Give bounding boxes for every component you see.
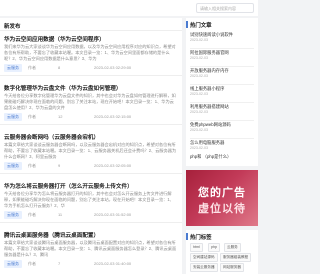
hot-articles-heading: 热门文章	[186, 21, 212, 29]
article-title[interactable]: 数字化管理华为云盘文件（华为云盘如何管理）	[4, 84, 121, 92]
article-excerpt: 今天给各位分享华为怎么将云服务器打开的知识，其中也会对怎么开云服务上传文件进行解…	[4, 191, 174, 208]
article-title[interactable]: 腾讯云桌面服务器（腾讯云桌面配置）	[4, 231, 99, 239]
publish-date: 2023-02-03 01:52:00	[94, 212, 132, 217]
tag-chip[interactable]: 云服务	[224, 243, 241, 252]
hot-article-item[interactable]: 利用服务器搭建网站 2023-02-03	[186, 104, 258, 118]
article-excerpt: 今天给各位分享数字化管理华为云盘文件的知识，其中也会对华为云盘如何管理进行解释，…	[4, 93, 176, 110]
hot-tags-card: 热门标签 html php 云服务 空间建站源码 服务器组装教程 安装云服务器 …	[186, 230, 258, 274]
article-excerpt: 我们来华为云大家谈谈华为云空间应用数据，以及华为云空间应用程序对应的知识点，希望…	[4, 44, 176, 61]
publish-date: 2023-02-03 02:29:00	[94, 65, 132, 70]
publish-date: 2023-02-03 02:05:00	[94, 163, 132, 168]
category-tag[interactable]: 云服务	[4, 211, 22, 219]
hot-article-date: 2023-02-03	[190, 92, 208, 96]
view-count: 7	[58, 261, 61, 266]
divider	[0, 75, 182, 76]
tag-chip[interactable]: 服务器组装教程	[220, 253, 252, 262]
hot-article-item[interactable]: 线上服务器小程序 2023-02-03	[186, 86, 258, 100]
tag-chip[interactable]: php	[208, 243, 220, 252]
publish-date: 2023-02-03 01:40:00	[94, 261, 132, 266]
article-title[interactable]: 华为云空间应用数据（华为云空间程序）	[4, 35, 105, 43]
divider	[190, 138, 254, 139]
search-input[interactable]: 请输入相关搜索内容	[196, 3, 254, 13]
publish-date: 2023-02-03 02:15:00	[94, 114, 132, 119]
author-label: 作者	[28, 212, 36, 217]
author-label: 作者	[28, 261, 36, 266]
category-tag[interactable]: 云服务	[4, 113, 22, 121]
hot-article-item[interactable]: 试别快速阅读小说软件 2023-02-03	[186, 32, 258, 46]
article-list: 新发布 华为云空间应用数据（华为云空间程序） 我们来华为云大家谈谈华为云空间应用…	[0, 18, 182, 274]
article-excerpt: 本篇文章给大家谈谈云服务器会断网吗，以及云服务器会宕机对应的知识点，希望对各位有…	[4, 142, 177, 159]
breadcrumb: 新发布	[4, 24, 21, 30]
category-tag[interactable]: 云服务	[4, 260, 22, 268]
author-label: 作者	[28, 65, 36, 70]
divider	[190, 66, 254, 67]
article-excerpt: 本篇文章给大家谈谈腾讯云桌面服务器，以及腾讯云桌面配置对应的知识点，希望对各位有…	[4, 240, 177, 257]
category-tag[interactable]: 云服务	[4, 64, 22, 72]
hot-article-item[interactable]: 免费phpweb网站源码 2023-02-03	[186, 122, 258, 136]
tag-chip[interactable]: 网站服务器	[220, 263, 244, 272]
hot-article-item[interactable]: php和 （php是什么）	[186, 154, 258, 166]
view-count: 8	[58, 65, 61, 70]
view-count: 11	[58, 212, 63, 217]
ad-text-line2: 虚位以待	[198, 203, 246, 215]
hot-article-date: 2023-02-03	[190, 74, 208, 78]
divider	[0, 173, 182, 174]
hot-articles-card: 热门文章 试别快速阅读小说软件 2023-02-03 阿拉国际服务器官网 202…	[186, 18, 258, 166]
ad-text-line1: 您的广告	[198, 187, 246, 199]
hot-article-item[interactable]: 开放服务器内存内存 2023-02-03	[186, 68, 258, 82]
divider	[0, 124, 182, 125]
divider	[190, 84, 254, 85]
category-tag[interactable]: 云服务	[4, 162, 22, 170]
hot-article-date: 2023-02-03	[190, 56, 208, 60]
top-bar: 请输入相关搜索内容	[0, 0, 258, 16]
hot-article-date: 2023-02-03	[190, 128, 208, 132]
tag-chip[interactable]: 安装云服务器	[190, 263, 218, 272]
view-count: 12	[58, 114, 63, 119]
article-title[interactable]: 华为怎么将云服务器打开（怎么开云服务上传文件）	[4, 182, 133, 190]
hot-article-item[interactable]: 阿拉国际服务器官网 2023-02-03	[186, 50, 258, 64]
divider	[190, 120, 254, 121]
author-label: 作者	[28, 114, 36, 119]
divider	[190, 48, 254, 49]
tag-chip[interactable]: html	[190, 243, 203, 252]
view-count: 9	[58, 163, 61, 168]
hot-article-title[interactable]: php和 （php是什么）	[190, 154, 231, 160]
divider	[0, 222, 182, 223]
hot-article-date: 2023-02-03	[190, 110, 208, 114]
tag-chip[interactable]: 空间建站源码	[190, 253, 218, 262]
ad-banner[interactable]: 您的广告 虚位以待	[186, 170, 258, 226]
hot-tags-heading: 热门标签	[186, 233, 212, 241]
divider	[190, 102, 254, 103]
hot-article-item[interactable]: 怎么用电脑服务器 2023-02-03	[186, 140, 258, 154]
hot-article-date: 2023-02-03	[190, 38, 208, 42]
divider	[0, 30, 182, 31]
author-label: 作者	[28, 163, 36, 168]
hot-article-date: 2023-02-03	[190, 146, 208, 150]
article-title[interactable]: 云服务器会断网吗（云服务器会宕机）	[4, 133, 99, 141]
